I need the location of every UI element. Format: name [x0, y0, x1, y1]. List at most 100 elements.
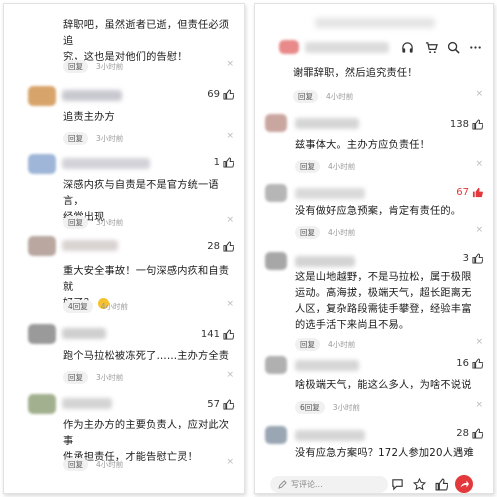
dismiss-icon[interactable]: × — [475, 159, 483, 169]
reply-button[interactable]: 6回复 — [295, 401, 325, 414]
like-count[interactable]: 28 — [456, 428, 483, 439]
comment-item: 69 追责主办方 回复 3小时前 × — [4, 82, 244, 152]
like-count[interactable]: 141 — [201, 329, 234, 340]
thumbs-up-icon — [472, 358, 483, 369]
like-count[interactable]: 67 — [456, 187, 483, 198]
reply-button[interactable]: 回复 — [295, 226, 320, 239]
dismiss-icon[interactable]: × — [226, 457, 234, 467]
thumbs-up-filled-icon — [472, 187, 483, 198]
comment-time: 4小时前 — [326, 92, 354, 101]
header-blurred — [315, 18, 435, 28]
like-count[interactable]: 69 — [207, 89, 234, 100]
dismiss-icon[interactable]: × — [475, 225, 483, 235]
write-comment-input[interactable]: 写评论... — [270, 476, 388, 493]
username-blurred[interactable] — [62, 158, 150, 169]
post-header-bar — [255, 36, 493, 60]
thumbs-up-icon — [223, 329, 234, 340]
reply-button[interactable]: 回复 — [295, 160, 320, 173]
avatar[interactable] — [265, 114, 287, 132]
avatar[interactable] — [28, 394, 56, 414]
pencil-icon — [278, 480, 287, 489]
avatar[interactable] — [28, 154, 56, 174]
username-blurred[interactable] — [62, 328, 106, 339]
reply-button[interactable]: 回复 — [63, 216, 88, 229]
comment-meta: 4回复 4小时前 — [63, 300, 128, 313]
thumbs-up-icon — [472, 253, 483, 264]
like-count[interactable]: 57 — [207, 399, 234, 410]
headphones-icon[interactable] — [399, 39, 415, 55]
username-blurred[interactable] — [295, 256, 355, 267]
like-count[interactable]: 1 — [214, 157, 234, 168]
dismiss-icon[interactable]: × — [226, 131, 234, 141]
username-blurred[interactable] — [305, 42, 389, 53]
comment-time: 4小时前 — [328, 340, 356, 349]
comment-meta: 回复 4小时前 — [63, 458, 123, 471]
comment-text: 追责主办方 — [63, 112, 115, 123]
comment-meta: 回复 3小时前 — [63, 132, 123, 145]
username-blurred[interactable] — [62, 240, 118, 251]
dismiss-icon[interactable]: × — [475, 89, 483, 99]
thumbs-up-icon — [223, 157, 234, 168]
comment-text: 兹事体大。主办方应负责任！ — [295, 140, 431, 151]
avatar[interactable] — [28, 86, 56, 106]
comment-time: 3小时前 — [96, 373, 124, 382]
like-count[interactable]: 16 — [456, 358, 483, 369]
dismiss-icon[interactable]: × — [226, 370, 234, 380]
avatar[interactable] — [265, 426, 287, 444]
star-icon[interactable] — [411, 476, 427, 492]
comment-item: 67 没有做好应急预案，肯定有责任的。 回复 4小时前 × — [255, 180, 493, 248]
cart-icon[interactable] — [423, 39, 439, 55]
comment-meta: 回复 3小时前 — [63, 371, 123, 384]
comment-time: 4小时前 — [100, 302, 129, 311]
like-count[interactable]: 28 — [207, 241, 234, 252]
avatar[interactable] — [279, 40, 299, 54]
dismiss-icon[interactable]: × — [226, 59, 234, 69]
reply-button[interactable]: 回复 — [63, 60, 88, 73]
avatar[interactable] — [265, 252, 287, 270]
comment-time: 4小时前 — [96, 460, 124, 469]
comment-text: 跑个马拉松被冻死了……主办方全责 — [63, 351, 230, 362]
comment-time: 3小时前 — [96, 134, 124, 143]
comment-item: 16 啥极端天气，能这么多人，为啥不说说 6回复 3小时前 × — [255, 352, 493, 422]
comments-panel-left: 辞职吧，虽然逝者已逝，但责任必须追 究，这也是对他们的告慰！ 回复 3小时前 ×… — [3, 3, 245, 494]
comment-item: 57 作为主办方的主要负责人，应对此次事 件承担责任，才能告慰亡灵！ 回复 4小… — [4, 390, 244, 490]
comment-time: 3小时前 — [96, 218, 124, 227]
thumbs-up-icon — [223, 399, 234, 410]
like-count[interactable]: 138 — [450, 119, 483, 130]
username-blurred[interactable] — [62, 398, 112, 409]
comment-icon[interactable] — [389, 476, 405, 492]
comment-text: 谢罪辞职，然后追究责任！ — [293, 68, 418, 79]
comment-text: 没有应急方案吗？172人参加20人遇难 — [295, 448, 474, 459]
dismiss-icon[interactable]: × — [475, 337, 483, 347]
more-icon[interactable] — [467, 39, 483, 55]
avatar[interactable] — [28, 324, 56, 344]
comment-text: 啥极端天气，能这么多人，为啥不说说 — [295, 380, 472, 391]
comment-time: 3小时前 — [96, 62, 124, 71]
search-icon[interactable] — [445, 39, 461, 55]
avatar[interactable] — [265, 356, 287, 374]
avatar[interactable] — [28, 236, 56, 256]
comment-item: 辞职吧，虽然逝者已逝，但责任必须追 究，这也是对他们的告慰！ 回复 3小时前 × — [4, 4, 244, 74]
dismiss-icon[interactable]: × — [226, 215, 234, 225]
like-icon[interactable] — [433, 476, 449, 492]
reply-button[interactable]: 回复 — [63, 371, 88, 384]
like-count[interactable]: 3 — [463, 253, 483, 264]
reply-button[interactable]: 回复 — [63, 132, 88, 145]
share-icon[interactable] — [455, 475, 473, 493]
reply-button[interactable]: 回复 — [63, 458, 88, 471]
username-blurred[interactable] — [295, 360, 359, 371]
bottom-action-bar: 写评论... — [255, 475, 493, 493]
dismiss-icon[interactable]: × — [475, 400, 483, 410]
username-blurred[interactable] — [295, 430, 365, 441]
comment-item: 141 跑个马拉松被冻死了……主办方全责 回复 3小时前 × — [4, 320, 244, 390]
username-blurred[interactable] — [295, 188, 365, 199]
dismiss-icon[interactable]: × — [226, 299, 234, 309]
username-blurred[interactable] — [62, 90, 122, 101]
reply-button[interactable]: 回复 — [293, 90, 318, 103]
username-blurred[interactable] — [295, 118, 359, 129]
avatar[interactable] — [265, 184, 287, 202]
reply-button[interactable]: 回复 — [295, 338, 320, 351]
thumbs-up-icon — [223, 89, 234, 100]
thumbs-up-icon — [472, 119, 483, 130]
reply-button[interactable]: 4回复 — [63, 300, 93, 313]
